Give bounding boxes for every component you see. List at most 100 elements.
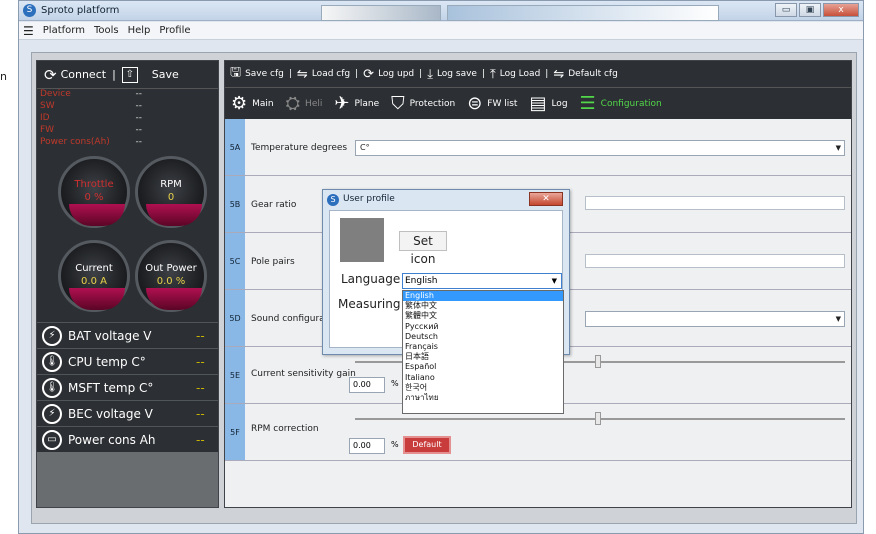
battery-icon: ▭ <box>42 429 62 450</box>
language-option[interactable]: Deutsch <box>403 332 563 342</box>
status-value: -- <box>135 89 143 99</box>
tab-main[interactable]: ⚙ Main <box>225 93 280 114</box>
language-option[interactable]: English <box>403 291 563 302</box>
set-icon-button[interactable]: Set icon <box>399 231 447 266</box>
row-label: Pole pairs <box>251 257 295 267</box>
thermometer-icon: 🌡 <box>42 377 62 398</box>
language-select[interactable]: English ▼ <box>402 273 562 289</box>
cpu-thermometer-icon: 🌡 <box>42 351 62 372</box>
lightning-icon: ⚡ <box>42 325 62 346</box>
slider-thumb[interactable] <box>595 412 601 425</box>
load-cfg-button[interactable]: ⇋ Load cfg <box>292 67 355 82</box>
language-option[interactable]: Italiano <box>403 373 563 383</box>
refresh-icon[interactable]: ⟳ <box>44 66 57 84</box>
heli-icon: ⛭ <box>285 93 301 114</box>
menu-platform[interactable]: Platform <box>43 25 85 36</box>
window-title: Sproto platform <box>41 5 120 16</box>
gauge-label: RPM <box>160 179 182 190</box>
row-label: Current sensitivity gain <box>251 369 356 379</box>
row-number: 5D <box>225 290 245 346</box>
gauge-value: 0 % <box>84 192 104 203</box>
tab-heli[interactable]: ⛭ Heli <box>280 93 329 114</box>
status-key: Device <box>40 89 71 99</box>
out-power-gauge: Out Power 0.0 % <box>135 240 207 312</box>
temperature-select[interactable]: C° ▼ <box>355 140 845 156</box>
connect-button[interactable]: Connect <box>61 68 106 81</box>
title-bar: S Sproto platform ▭ ▣ x <box>19 1 863 21</box>
menu-profile[interactable]: Profile <box>159 25 190 36</box>
tab-plane[interactable]: ✈ Plane <box>328 93 385 114</box>
save-button[interactable]: Save <box>152 68 179 81</box>
measuring-label: Measuring <box>338 297 401 311</box>
sensor-label: MSFT temp C° <box>68 380 154 395</box>
tab-protection[interactable]: ⛉ Protection <box>385 93 461 114</box>
slider-thumb[interactable] <box>595 355 601 368</box>
menu-tools[interactable]: Tools <box>94 25 119 36</box>
toolbar-label: Log upd <box>378 69 415 79</box>
app-icon: S <box>23 4 36 17</box>
sound-config-select[interactable]: ▼ <box>585 311 845 327</box>
select-value: English <box>405 276 438 286</box>
gear-ratio-input[interactable] <box>585 196 845 210</box>
toolbar-label: Default cfg <box>568 69 618 79</box>
tab-log[interactable]: ▤ Log <box>523 93 573 114</box>
status-key: SW <box>40 101 55 111</box>
tab-label: Heli <box>305 98 323 109</box>
default-cfg-button[interactable]: ⇋ Default cfg <box>548 67 622 82</box>
sensor-label: BAT voltage V <box>68 328 152 343</box>
row-label: RPM correction <box>251 424 319 434</box>
language-option[interactable]: 繁体中文 <box>403 301 563 311</box>
default-button[interactable]: Default <box>403 436 451 454</box>
row-number: 5A <box>225 119 245 175</box>
language-option[interactable]: ภาษาไทย <box>403 393 563 403</box>
gear-icon: ⚙ <box>231 93 248 114</box>
dialog-title-bar: S User profile ✕ <box>323 190 569 210</box>
maximize-button[interactable]: ▣ <box>799 3 821 17</box>
sensor-label: BEC voltage V <box>68 406 153 421</box>
chevron-down-icon: ▼ <box>835 144 841 152</box>
upload-icon[interactable]: ⇧ <box>121 66 138 83</box>
current-gain-value[interactable]: 0.00 <box>349 377 385 393</box>
tab-fw-list[interactable]: ⊜ FW list <box>461 93 523 114</box>
language-option[interactable]: 繁體中文 <box>403 311 563 321</box>
gauge-value: 0.0 % <box>156 276 186 287</box>
status-row: FW -- <box>37 125 218 137</box>
pole-pairs-input[interactable] <box>585 254 845 268</box>
sliders-icon: ☰ <box>579 93 596 114</box>
app-icon: S <box>327 194 339 206</box>
sensor-value: -- <box>196 432 205 447</box>
log-load-button[interactable]: ⤒ Log Load <box>485 67 545 82</box>
status-value: -- <box>135 125 143 135</box>
language-option[interactable]: Español <box>403 362 563 372</box>
close-button[interactable]: x <box>823 3 859 17</box>
tab-label: Protection <box>409 98 456 109</box>
load-cfg-icon: ⇋ <box>296 66 308 82</box>
gauge-value: 0 <box>167 192 175 203</box>
rpm-correction-slider[interactable] <box>355 412 845 425</box>
menu-icon[interactable]: ☰ <box>23 24 34 38</box>
tab-configuration[interactable]: ☰ Configuration <box>574 93 668 114</box>
sensor-value: -- <box>196 354 205 369</box>
log-load-icon: ⤒ <box>490 66 496 82</box>
log-upd-button[interactable]: ⟳ Log upd <box>358 67 419 82</box>
dialog-close-button[interactable]: ✕ <box>529 192 563 206</box>
language-option[interactable]: Français <box>403 342 563 352</box>
shield-icon: ⛉ <box>391 93 405 114</box>
unit-label: % <box>391 440 399 449</box>
user-profile-dialog: S User profile ✕ Set icon Language Measu… <box>322 189 570 414</box>
gauge-base <box>146 288 202 310</box>
save-cfg-button[interactable]: 🖫 Save cfg <box>225 63 289 85</box>
minimize-button[interactable]: ▭ <box>775 3 797 17</box>
device-status: Device -- SW -- ID -- FW -- Power cons(Ah) -- <box>37 88 218 150</box>
language-option[interactable]: 한국어 <box>403 383 563 393</box>
gauge-value: 0.0 A <box>81 276 107 287</box>
gauge-base <box>69 288 125 310</box>
tab-label: Plane <box>354 98 380 109</box>
language-option[interactable]: Русский <box>403 322 563 332</box>
gauge-base <box>146 204 202 226</box>
sensor-label: Power cons Ah <box>68 432 156 447</box>
rpm-correction-value[interactable]: 0.00 <box>349 438 385 454</box>
menu-help[interactable]: Help <box>128 25 151 36</box>
log-save-button[interactable]: ⤓ Log save <box>422 67 482 82</box>
language-option[interactable]: 日本語 <box>403 352 563 362</box>
